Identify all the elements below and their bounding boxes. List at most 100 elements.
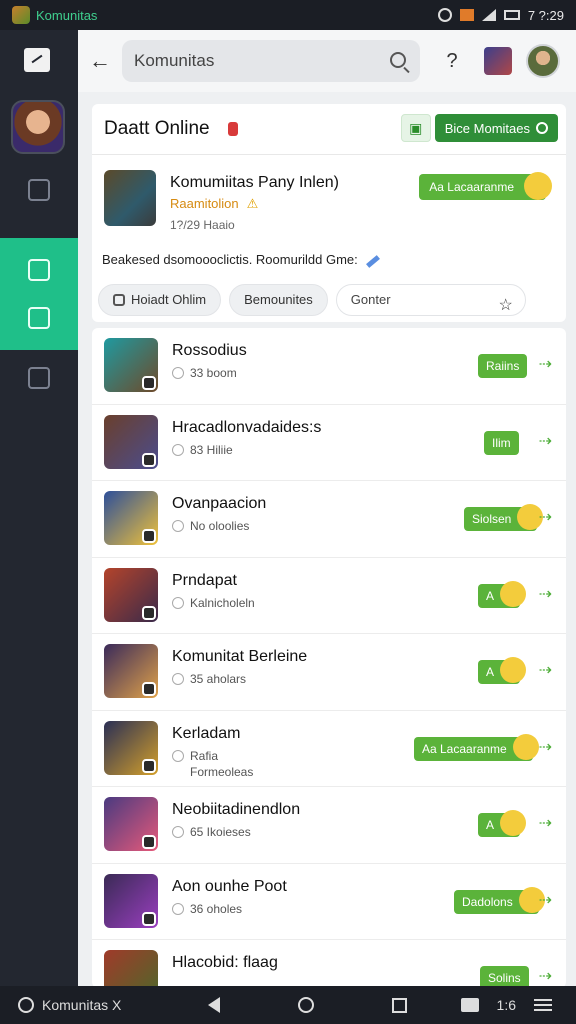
- join-button-label: A: [486, 818, 495, 832]
- gallery-icon[interactable]: [460, 998, 479, 1012]
- join-button[interactable]: Siolsen: [464, 504, 544, 531]
- community-header-card: Daatt Online ▣ Bice Momitaes Komumiitas …: [92, 104, 566, 322]
- clock-icon: [172, 749, 184, 762]
- clock-icon: [172, 673, 184, 685]
- community-title[interactable]: Ovanpaacion: [172, 495, 266, 513]
- community-thumbnail[interactable]: [104, 491, 158, 545]
- community-row[interactable]: Ovanpaacion No oloolies Siolsen ⇢: [92, 481, 566, 558]
- edit-icon[interactable]: [365, 255, 380, 268]
- community-description: Beakesed dsomoooclictis. Roomurildd Gme:: [102, 252, 380, 268]
- join-button[interactable]: A: [478, 810, 527, 837]
- featured-follow-button[interactable]: Aa Lacaaranme: [419, 172, 552, 200]
- community-thumbnail[interactable]: [104, 950, 158, 986]
- share-arrow-icon[interactable]: ⇢: [539, 354, 552, 374]
- community-title[interactable]: Kerladam: [172, 725, 240, 743]
- signal-icon: [481, 9, 496, 21]
- community-thumbnail[interactable]: [104, 873, 158, 928]
- share-arrow-icon[interactable]: ⇢: [539, 813, 552, 833]
- nav-tab[interactable]: Komunitas X: [18, 997, 168, 1013]
- featured-thumbnail[interactable]: [104, 170, 156, 226]
- community-meta-text: 65 Ikoieses: [190, 825, 251, 839]
- community-meta: 36 oholes: [172, 902, 242, 916]
- book-icon: [28, 259, 50, 281]
- community-title[interactable]: Hlacobid: flaag: [172, 954, 278, 972]
- compose-icon[interactable]: [24, 48, 50, 72]
- share-arrow-icon[interactable]: ⇢: [539, 966, 552, 986]
- search-icon[interactable]: [390, 52, 406, 68]
- community-title[interactable]: Hracadlonvadaides:s: [172, 419, 321, 437]
- user-avatar[interactable]: [526, 44, 560, 78]
- join-button[interactable]: Solins: [480, 966, 529, 986]
- star-icon[interactable]: ☆: [498, 291, 512, 321]
- search-input[interactable]: [134, 51, 374, 71]
- share-arrow-icon[interactable]: ⇢: [539, 737, 552, 757]
- join-button-label: Raiins: [486, 359, 520, 373]
- featured-title[interactable]: Komumiitas Pany Inlen): [170, 174, 339, 192]
- community-thumbnail[interactable]: [104, 797, 158, 851]
- game-avatar[interactable]: [484, 47, 512, 75]
- group-icon: [28, 367, 50, 389]
- join-button[interactable]: Aa Lacaaranme: [414, 733, 539, 761]
- community-row[interactable]: Rossodius 33 boom Raiins ⇢: [92, 328, 566, 405]
- join-button-label: A: [486, 665, 495, 679]
- rail-item-home[interactable]: [0, 162, 78, 218]
- community-thumbnail[interactable]: [104, 338, 158, 392]
- join-button[interactable]: Dadolons: [454, 886, 545, 914]
- community-title[interactable]: Neobiitadinendlon: [172, 801, 300, 819]
- share-arrow-icon[interactable]: ⇢: [539, 584, 552, 604]
- community-row[interactable]: Kerladam Rafia Formeoleas Aa Lacaaranme ⇢: [92, 711, 566, 787]
- rail-item-groups[interactable]: [0, 350, 78, 406]
- community-thumbnail[interactable]: [104, 720, 158, 775]
- smiley-icon: [524, 172, 552, 200]
- chip-communities[interactable]: Bemounites: [229, 284, 328, 316]
- nav-home-icon[interactable]: [298, 997, 314, 1013]
- community-meta-text: 35 aholars: [190, 672, 247, 686]
- smiley-icon: [512, 733, 539, 760]
- join-button[interactable]: Raiins: [478, 354, 528, 378]
- community-meta-text: 36 oholes: [190, 901, 243, 916]
- chip-online[interactable]: Hoiadt Ohlim: [98, 284, 222, 316]
- community-row[interactable]: Hracadlonvadaides:s 83 Hiliie Ilim ⇢: [92, 405, 566, 481]
- community-title[interactable]: Komunitat Berleine: [172, 648, 307, 666]
- filter-chips: Hoiadt Ohlim Bemounites Gonter ☆: [98, 284, 526, 316]
- community-row[interactable]: Hlacobid: flaag Solins ⇢: [92, 940, 566, 986]
- app-icon: [12, 6, 30, 24]
- search-bar[interactable]: [122, 40, 420, 82]
- badge-icon: [142, 452, 156, 467]
- join-button[interactable]: Ilim: [484, 430, 519, 455]
- share-arrow-icon[interactable]: ⇢: [539, 890, 552, 910]
- share-arrow-icon[interactable]: ⇢: [539, 431, 552, 451]
- gamepad-icon[interactable]: ▣: [400, 114, 431, 142]
- clock-icon: [172, 443, 184, 456]
- share-arrow-icon[interactable]: ⇢: [539, 507, 552, 527]
- community-thumbnail[interactable]: [104, 644, 158, 698]
- header-action-button[interactable]: Bice Momitaes: [434, 114, 558, 142]
- warning-icon: ⚠: [246, 196, 259, 211]
- status-app-name: Komunitas: [36, 7, 98, 23]
- nav-back-icon[interactable]: [208, 997, 220, 1013]
- community-row[interactable]: Prndapat Kalnicholeln A ⇢: [92, 558, 566, 634]
- home-icon: [28, 179, 50, 201]
- community-thumbnail[interactable]: [104, 414, 158, 469]
- community-title[interactable]: Aon ounhe Poot: [172, 878, 287, 896]
- community-meta: 35 aholars: [172, 672, 246, 686]
- nav-recents-icon[interactable]: [392, 997, 407, 1013]
- community-row[interactable]: Aon ounhe Poot 36 oholes Dadolons ⇢: [92, 864, 566, 940]
- community-row[interactable]: Neobiitadinendlon 65 Ikoieses A ⇢: [92, 787, 566, 864]
- divider: [92, 154, 566, 155]
- rail-item-discover[interactable]: [0, 238, 78, 350]
- join-button[interactable]: A: [478, 657, 527, 684]
- community-title[interactable]: Prndapat: [172, 572, 237, 590]
- community-title[interactable]: Rossodius: [172, 342, 247, 360]
- menu-icon[interactable]: [534, 999, 552, 1011]
- smiley-icon: [500, 657, 527, 683]
- back-arrow-icon[interactable]: ←: [78, 48, 122, 74]
- filter-input[interactable]: Gonter ☆: [335, 284, 526, 316]
- join-button[interactable]: A: [478, 580, 527, 608]
- share-arrow-icon[interactable]: ⇢: [539, 660, 552, 680]
- community-meta-secondary: Formeoleas: [190, 764, 254, 779]
- community-row[interactable]: Komunitat Berleine 35 aholars A ⇢: [92, 634, 566, 711]
- community-thumbnail[interactable]: [104, 567, 158, 622]
- profile-avatar[interactable]: [11, 100, 65, 154]
- help-icon[interactable]: ?: [432, 50, 472, 73]
